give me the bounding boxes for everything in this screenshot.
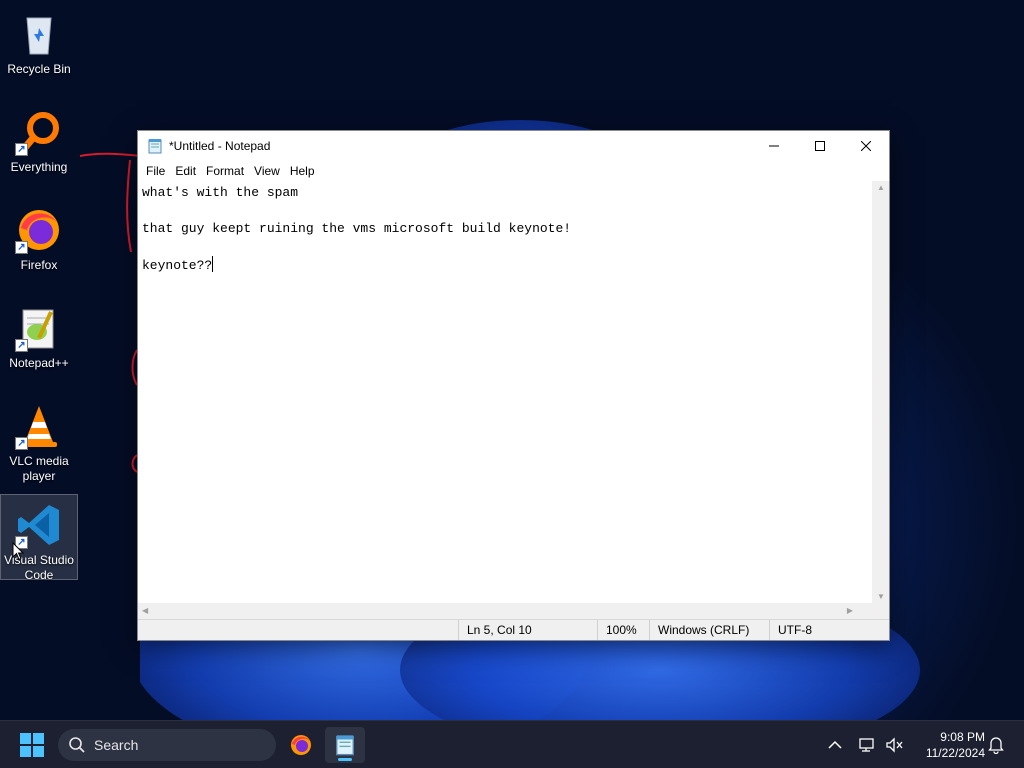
status-encoding: UTF-8 — [769, 620, 869, 640]
desktop-icon-vlc[interactable]: ↗ VLC media player — [0, 396, 78, 483]
everything-search-icon: ↗ — [15, 108, 63, 156]
text-editor-area[interactable]: what's with the spam that guy keept ruin… — [138, 181, 873, 603]
desktop-icon-notepadpp[interactable]: ↗ Notepad++ — [0, 298, 78, 384]
chevron-up-icon — [828, 740, 842, 749]
recycle-bin-icon — [15, 10, 63, 58]
maximize-icon — [815, 141, 825, 151]
scroll-left-icon[interactable]: ◀ — [142, 606, 148, 615]
desktop-icon-label: VLC media player — [9, 454, 69, 483]
text-line — [142, 238, 869, 256]
status-bar: Ln 5, Col 10 100% Windows (CRLF) UTF-8 — [138, 619, 889, 640]
scroll-up-icon[interactable]: ▲ — [877, 183, 885, 192]
search-icon — [69, 737, 85, 753]
status-line-ending: Windows (CRLF) — [649, 620, 769, 640]
text-line — [142, 202, 869, 220]
vlc-icon: ↗ — [15, 402, 63, 450]
menu-format[interactable]: Format — [201, 164, 249, 178]
notepadpp-icon: ↗ — [15, 304, 63, 352]
start-button[interactable] — [14, 731, 50, 759]
status-zoom: 100% — [597, 620, 649, 640]
menu-help[interactable]: Help — [285, 164, 320, 178]
bell-icon — [988, 737, 1004, 754]
shortcut-arrow-icon: ↗ — [15, 339, 28, 352]
scrollbar-corner — [872, 603, 889, 620]
taskbar: Search 9:08 PM 11/22/2024 — [0, 720, 1024, 768]
window-title: *Untitled - Notepad — [169, 139, 271, 153]
status-encoding-text: UTF-8 — [778, 623, 812, 637]
vertical-scrollbar[interactable]: ▲ ▼ — [872, 181, 889, 603]
notifications-button[interactable] — [988, 721, 1004, 768]
firefox-icon: ↗ — [15, 206, 63, 254]
red-scribble — [79, 152, 142, 473]
status-position-text: Ln 5, Col 10 — [467, 623, 532, 637]
network-icon — [859, 738, 874, 752]
shortcut-arrow-icon: ↗ — [15, 241, 28, 254]
active-indicator — [338, 758, 352, 761]
menu-view[interactable]: View — [249, 164, 285, 178]
windows-logo-icon — [20, 733, 44, 757]
notepad-app-icon — [148, 139, 162, 154]
volume-button[interactable] — [885, 721, 905, 768]
status-line-ending-text: Windows (CRLF) — [658, 623, 750, 637]
desktop-icon-vscode[interactable]: ↗ Visual Studio Code — [0, 494, 78, 582]
desktop-icon-everything[interactable]: ↗ Everything — [0, 102, 78, 188]
taskbar-search[interactable]: Search — [58, 729, 276, 761]
notepad-app-icon — [336, 735, 354, 756]
close-button[interactable] — [843, 131, 889, 161]
network-button[interactable] — [858, 721, 878, 768]
minimize-icon — [769, 145, 779, 147]
clock[interactable]: 9:08 PM 11/22/2024 — [915, 729, 985, 761]
desktop-icon-label: Notepad++ — [9, 356, 69, 370]
taskbar-notepad[interactable] — [325, 727, 365, 763]
title-bar[interactable]: *Untitled - Notepad — [138, 131, 889, 161]
horizontal-scrollbar[interactable]: ◀ ▶ — [138, 603, 873, 620]
clock-date: 11/22/2024 — [925, 746, 985, 760]
desktop-icon-label: Recycle Bin — [7, 62, 71, 76]
menu-file[interactable]: File — [141, 164, 170, 178]
desktop-icon-label: Everything — [10, 160, 68, 174]
shortcut-arrow-icon: ↗ — [15, 437, 28, 450]
menu-bar: File Edit Format View Help — [138, 161, 889, 181]
firefox-icon — [291, 735, 311, 755]
volume-muted-icon — [886, 737, 903, 753]
text-line: that guy keept ruining the vms microsoft… — [142, 221, 572, 236]
text-caret — [212, 256, 214, 272]
desktop-icon-firefox[interactable]: ↗ Firefox — [0, 200, 78, 286]
show-hidden-icons-button[interactable] — [828, 721, 842, 768]
notepad-window[interactable]: *Untitled - Notepad File Edit Format Vie… — [137, 130, 890, 641]
clock-time: 9:08 PM — [940, 730, 985, 744]
scroll-right-icon[interactable]: ▶ — [847, 606, 853, 615]
text-line: keynote?? — [142, 258, 213, 273]
mouse-cursor-icon — [12, 542, 24, 561]
desktop-icon-label: Firefox — [20, 258, 58, 272]
maximize-button[interactable] — [797, 131, 843, 161]
status-zoom-text: 100% — [606, 623, 637, 637]
scroll-down-icon[interactable]: ▼ — [877, 592, 885, 601]
shortcut-arrow-icon: ↗ — [15, 143, 28, 156]
taskbar-firefox[interactable] — [281, 727, 321, 763]
text-line: what's with the spam — [142, 185, 299, 200]
menu-edit[interactable]: Edit — [170, 164, 201, 178]
desktop-icon-recycle-bin[interactable]: Recycle Bin — [0, 4, 78, 90]
minimize-button[interactable] — [751, 131, 797, 161]
search-placeholder: Search — [94, 737, 139, 753]
text-line-current: keynote?? — [142, 256, 869, 274]
status-position: Ln 5, Col 10 — [458, 620, 597, 640]
close-icon — [861, 141, 871, 151]
